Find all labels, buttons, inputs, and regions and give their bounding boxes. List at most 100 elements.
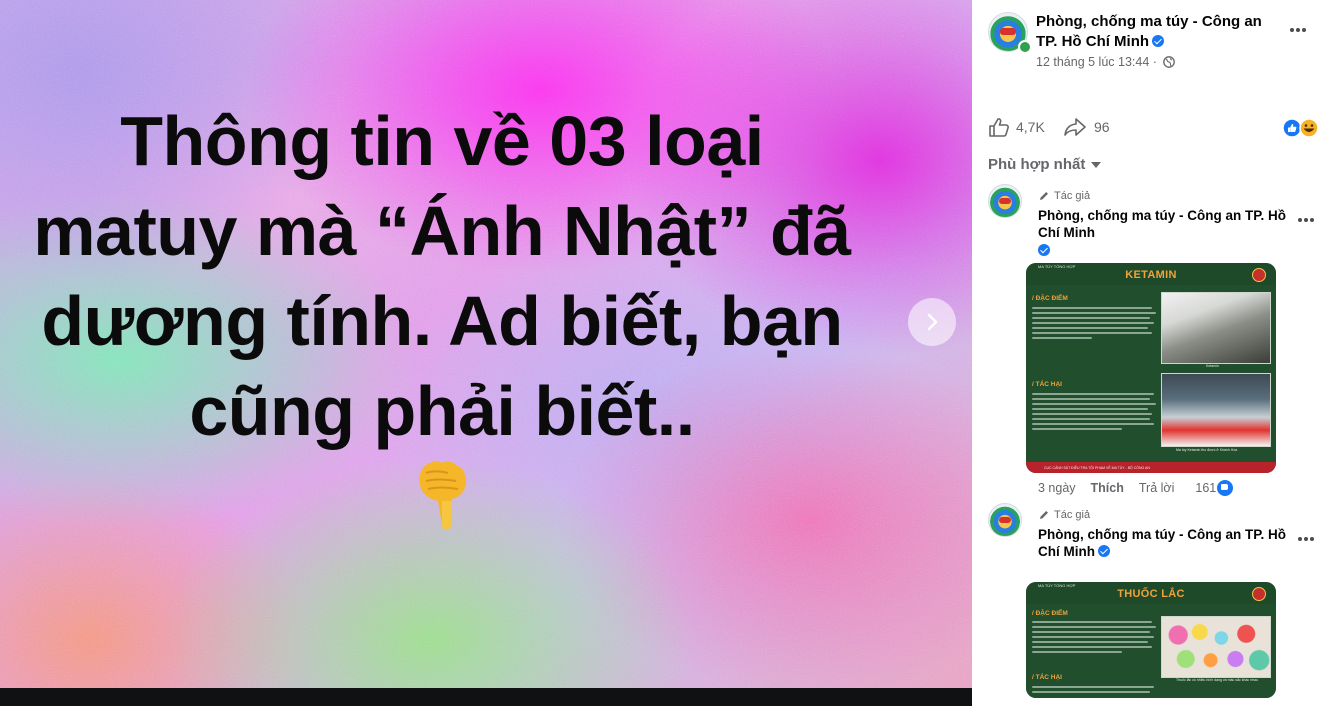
comment-author-name[interactable]: Phòng, chống ma túy - Công an TP. Hồ Chí… [1038, 526, 1288, 560]
text-line [1032, 337, 1092, 339]
like-count: 4,7K [1016, 119, 1045, 135]
text-line [1032, 398, 1150, 400]
text-line [1032, 641, 1148, 643]
author-badge-label: Tác giả [1054, 190, 1091, 202]
text-line [1032, 413, 1152, 415]
dot-icon [1297, 218, 1302, 222]
text-line [1032, 646, 1152, 648]
comment-avatar[interactable] [988, 503, 1022, 537]
comment-author-text[interactable]: Phòng, chống ma túy - Công an TP. Hồ Chí… [1038, 527, 1286, 559]
infographic-footer: CỤC CẢNH SÁT ĐIỀU TRA TỘI PHẠM VỀ MA TÚY… [1026, 462, 1276, 473]
text-line [1032, 691, 1150, 693]
infographic-section-label: / TÁC HẠI [1032, 674, 1062, 681]
dot-icon [1302, 28, 1307, 32]
infographic-title: KETAMIN [1125, 269, 1177, 281]
dot-icon [1296, 28, 1300, 32]
share-button[interactable]: 96 [1064, 117, 1110, 137]
author-badge: Tác giả [1038, 509, 1090, 521]
chevron-right-icon [927, 313, 938, 331]
date-separator: · [1152, 55, 1157, 69]
comment-reply-button[interactable]: Trả lời [1139, 481, 1175, 495]
photo-caption: Ma túy Ketamin thu được ở Khánh Hòa [1176, 448, 1238, 452]
text-line [1032, 322, 1154, 324]
text-line [1032, 686, 1154, 688]
infographic-body: / ĐẶC ĐIỂM Ketamin / TÁC HẠI Ma túy Keta… [1026, 285, 1276, 462]
next-photo-button[interactable] [908, 298, 956, 346]
comment-sort-dropdown[interactable]: Phù hợp nhất [988, 156, 1102, 173]
author-badge-label: Tác giả [1054, 509, 1091, 521]
photo-caption: Ketamin [1206, 364, 1219, 368]
comment-avatar[interactable] [988, 184, 1022, 218]
comment-image-ketamin[interactable]: MA TÚY TỔNG HỢP KETAMIN / ĐẶC ĐIỂM Ketam… [1026, 263, 1276, 473]
page-name[interactable]: Phòng, chống ma túy - Công an TP. Hồ Chí… [1036, 12, 1286, 52]
globe-icon [1163, 56, 1176, 68]
like-reaction-icon [1216, 479, 1235, 497]
dot-icon [1289, 28, 1294, 32]
text-line [1032, 403, 1156, 405]
post-date-text[interactable]: 12 tháng 5 lúc 13:44 [1036, 55, 1149, 69]
dot-icon [1297, 537, 1302, 541]
verified-badge-icon [1098, 545, 1110, 557]
police-emblem-icon [1252, 268, 1266, 282]
infographic-section-label: / ĐẶC ĐIỂM [1032, 610, 1068, 617]
verified-badge-icon [1038, 244, 1050, 256]
text-line [1032, 393, 1154, 395]
share-count: 96 [1094, 119, 1110, 135]
comment-like-button[interactable]: Thích [1091, 481, 1124, 495]
post-text-line: Thông tin về 03 loại [120, 102, 764, 180]
infographic-header: MA TÚY TỔNG HỢP KETAMIN [1026, 263, 1276, 285]
police-emblem-icon [1252, 587, 1266, 601]
dot-icon [1310, 218, 1315, 222]
text-line [1032, 626, 1156, 628]
dot-icon [1310, 537, 1315, 541]
infographic-title: THUỐC LẮC [1117, 588, 1185, 600]
caret-down-icon [1091, 161, 1102, 168]
pointing-down-hand-icon [419, 461, 466, 530]
like-button[interactable]: 4,7K [988, 117, 1045, 137]
text-line [1032, 423, 1154, 425]
post-text: Thông tin về 03 loại matuy mà “Ánh Nhật”… [0, 96, 884, 456]
comment-author-name[interactable]: Phòng, chống ma túy - Công an TP. Hồ Chí… [1038, 207, 1288, 259]
viewer-bottom-bar [0, 688, 972, 706]
comment-meta-row: 3 ngày Thích Trả lời 161 [1038, 479, 1235, 497]
infographic-header: MA TÚY TỔNG HỢP THUỐC LẮC [1026, 582, 1276, 604]
post-options-button[interactable] [1286, 18, 1310, 42]
verified-badge-icon [1152, 35, 1165, 47]
text-line [1032, 312, 1156, 314]
infographic-section-label: / TÁC HẠI [1032, 381, 1062, 388]
text-line [1032, 636, 1154, 638]
text-line [1032, 631, 1150, 633]
infographic-body: / ĐẶC ĐIỂM Thuốc lắc có nhiều hình dạng … [1026, 604, 1276, 698]
comment-reaction-count[interactable]: 161 [1195, 481, 1216, 495]
text-line [1032, 307, 1152, 309]
sort-label: Phù hợp nhất [988, 156, 1086, 173]
comment-options-button[interactable] [1294, 208, 1318, 232]
photo-caption: Thuốc lắc có nhiều hình dạng và màu sắc … [1176, 678, 1258, 682]
share-icon [1064, 118, 1086, 136]
thumbs-up-icon [989, 118, 1009, 137]
page-name-text[interactable]: Phòng, chống ma túy - Công an TP. Hồ Chí… [1036, 13, 1262, 50]
text-line [1032, 428, 1122, 430]
post-text-line: dương tính. Ad biết, bạn [41, 282, 843, 360]
seized-drugs-photo [1161, 373, 1271, 447]
text-line [1032, 621, 1152, 623]
post-panel: Phòng, chống ma túy - Công an TP. Hồ Chí… [972, 0, 1330, 706]
comment-author-text[interactable]: Phòng, chống ma túy - Công an TP. Hồ Chí… [1038, 208, 1286, 240]
comment-options-button[interactable] [1294, 527, 1318, 551]
post-text-line: matuy mà “Ánh Nhật” đã [33, 192, 851, 270]
post-timestamp[interactable]: 12 tháng 5 lúc 13:44 · [1036, 55, 1176, 69]
text-line [1032, 418, 1150, 420]
post-text-line: cũng phải biết.. [189, 372, 695, 450]
pencil-icon [1040, 511, 1048, 519]
infographic-section-label: / ĐẶC ĐIỂM [1032, 295, 1068, 302]
infographic-footer-text: CỤC CẢNH SÁT ĐIỀU TRA TỘI PHẠM VỀ MA TÚY… [1044, 466, 1150, 470]
text-line [1032, 317, 1150, 319]
reaction-summary-icons[interactable] [1282, 118, 1322, 138]
text-line [1032, 332, 1152, 334]
dot-icon [1304, 537, 1308, 541]
comment-time[interactable]: 3 ngày [1038, 481, 1076, 495]
dot-icon [1304, 218, 1308, 222]
online-status-dot [1018, 40, 1032, 54]
comment-image-thuoc-lac[interactable]: MA TÚY TỔNG HỢP THUỐC LẮC / ĐẶC ĐIỂM Thu… [1026, 582, 1276, 698]
author-badge: Tác giả [1038, 190, 1090, 202]
